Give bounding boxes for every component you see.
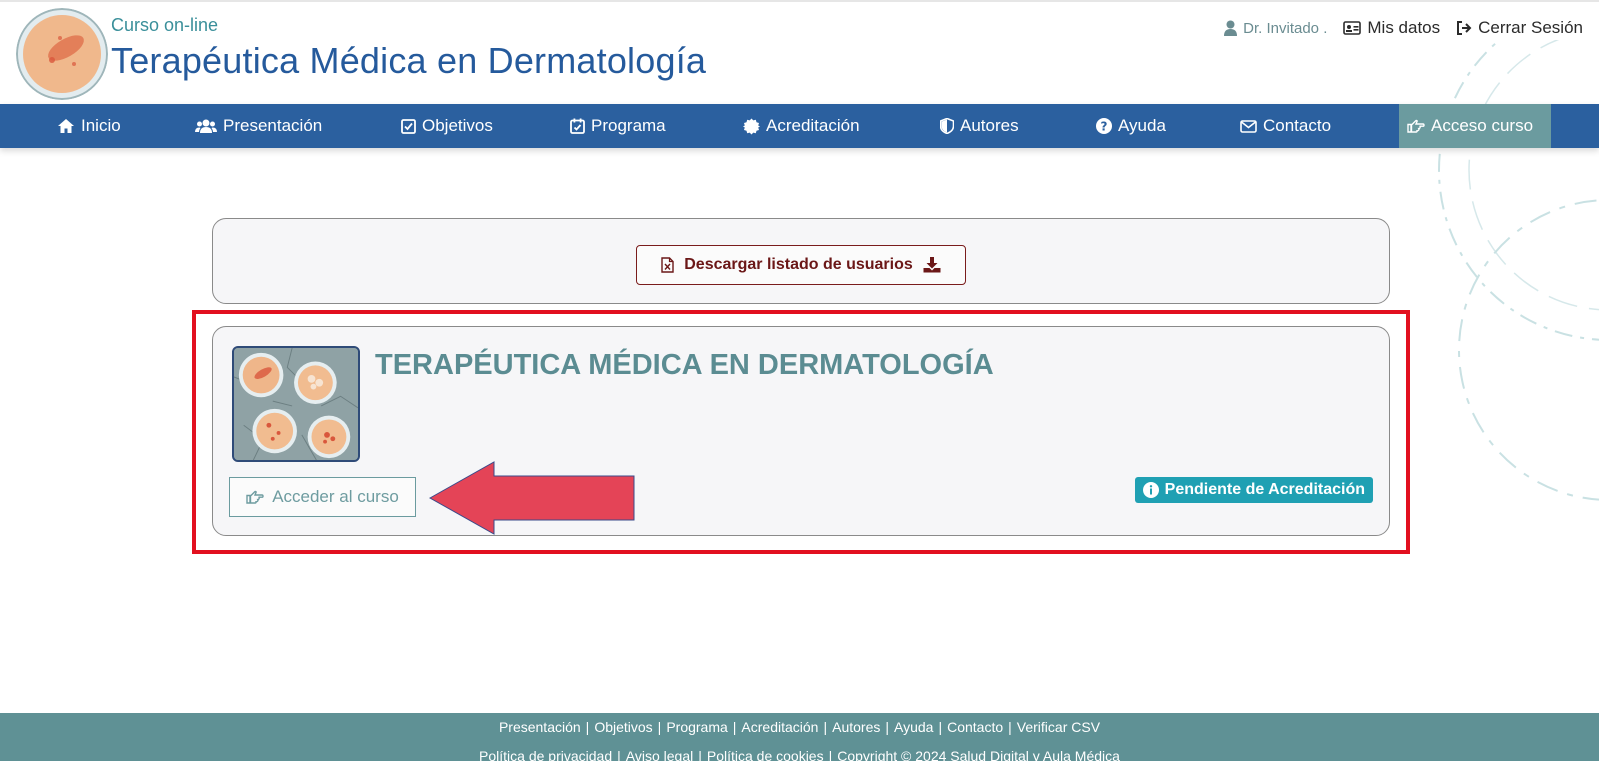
nav-item-ayuda[interactable]: ? Ayuda (1096, 104, 1166, 148)
course-logo[interactable] (16, 8, 108, 100)
id-card-icon (1343, 21, 1362, 35)
nav-label: Acreditación (766, 116, 860, 135)
nav-item-inicio[interactable]: Inicio (57, 104, 121, 148)
footer-link-programa[interactable]: Programa (666, 719, 727, 735)
nav-label: Objetivos (422, 116, 493, 135)
footer-link-objetivos[interactable]: Objetivos (594, 719, 652, 735)
footer-link-privacidad[interactable]: Política de privacidad (479, 748, 612, 761)
nav-item-presentacion[interactable]: Presentación (195, 104, 322, 148)
nav-label: Acceso curso (1431, 116, 1534, 135)
main-nav: Inicio Presentación Objetivos Programa A… (0, 104, 1599, 148)
separator: | (732, 719, 737, 735)
user-icon (1224, 20, 1238, 36)
certificate-icon (743, 118, 760, 135)
separator: | (585, 719, 590, 735)
separator: | (1008, 719, 1012, 735)
footer-link-aviso-legal[interactable]: Aviso legal (626, 748, 693, 761)
excel-file-icon (661, 257, 674, 273)
users-icon (195, 118, 217, 134)
calendar-check-icon (570, 118, 585, 134)
footer-link-cookies[interactable]: Política de cookies (707, 748, 824, 761)
nav-label: Contacto (1263, 116, 1332, 135)
question-circle-icon: ? (1096, 118, 1112, 134)
site-header: Curso on-line Terapéutica Médica en Derm… (0, 0, 1599, 104)
brand-title[interactable]: Terapéutica Médica en Dermatología (111, 40, 706, 82)
user-menu: Dr. Invitado . Mis datos Cerrar Sesión (1224, 18, 1583, 38)
separator: | (823, 719, 828, 735)
download-users-button[interactable]: Descargar listado de usuarios (636, 245, 966, 285)
brand-subtitle: Curso on-line (111, 15, 219, 35)
nav-label: Ayuda (1118, 116, 1166, 135)
footer-link-contacto[interactable]: Contacto (947, 719, 1003, 735)
footer-link-autores[interactable]: Autores (832, 719, 880, 735)
home-icon (57, 118, 75, 134)
nav-label: Autores (960, 116, 1019, 135)
separator: | (938, 719, 943, 735)
page: Curso on-line Terapéutica Médica en Derm… (0, 0, 1599, 761)
download-panel: Descargar listado de usuarios (212, 218, 1390, 304)
highlight-box (192, 310, 1410, 554)
shield-icon (940, 118, 954, 134)
my-data-label: Mis datos (1367, 18, 1441, 37)
checkbox-icon (401, 118, 416, 134)
nav-item-acceso-curso[interactable]: Acceso curso (1399, 104, 1551, 148)
footer-links-secondary: Política de privacidad | Aviso legal | Polít… (0, 748, 1599, 761)
nav-label: Presentación (223, 116, 323, 135)
pointer-arrow (428, 461, 635, 535)
my-data-link[interactable]: Mis datos (1343, 18, 1440, 38)
separator: | (698, 748, 702, 761)
envelope-icon (1240, 119, 1257, 133)
sign-out-icon (1456, 21, 1472, 35)
footer-link-verificar-csv[interactable]: Verificar CSV (1017, 719, 1100, 735)
hand-point-icon (1407, 119, 1425, 133)
nav-item-objetivos[interactable]: Objetivos (401, 104, 493, 148)
logout-link[interactable]: Cerrar Sesión (1456, 18, 1583, 38)
site-footer: Presentación | Objetivos | Programa | Acredita… (0, 713, 1599, 761)
nav-label: Inicio (81, 116, 121, 135)
svg-text:?: ? (1101, 119, 1108, 133)
footer-link-presentacion[interactable]: Presentación (499, 719, 581, 735)
user-info: Dr. Invitado . (1224, 20, 1327, 37)
nav-item-contacto[interactable]: Contacto (1240, 104, 1331, 148)
footer-link-ayuda[interactable]: Ayuda (894, 719, 933, 735)
separator: | (657, 719, 662, 735)
separator: | (828, 748, 833, 761)
download-label: Descargar listado de usuarios (684, 256, 913, 273)
separator: | (617, 748, 621, 761)
user-name: Dr. Invitado . (1243, 19, 1328, 37)
logout-label: Cerrar Sesión (1478, 18, 1583, 37)
copyright: Copyright © 2024 Salud Digital y Aula Mé… (837, 748, 1120, 761)
footer-links-primary: Presentación | Objetivos | Programa | Acredita… (0, 719, 1599, 735)
nav-item-programa[interactable]: Programa (570, 104, 666, 148)
nav-item-autores[interactable]: Autores (940, 104, 1019, 148)
footer-link-acreditacion[interactable]: Acreditación (741, 719, 818, 735)
download-icon (923, 257, 941, 273)
nav-item-acreditacion[interactable]: Acreditación (743, 104, 860, 148)
nav-label: Programa (591, 116, 666, 135)
separator: | (885, 719, 889, 735)
